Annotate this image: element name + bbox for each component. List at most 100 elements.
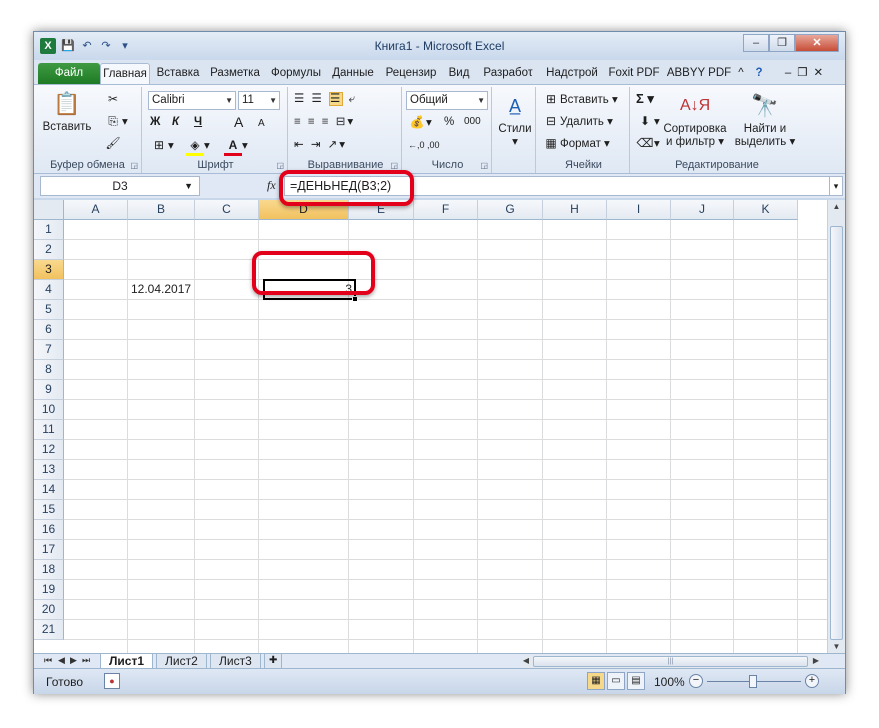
cell-b3[interactable]: 12.04.2017 [128, 280, 198, 300]
row-header-8[interactable]: 8 [34, 360, 64, 380]
row-header-15[interactable]: 15 [34, 500, 64, 520]
dialog-launcher-icon[interactable]: ◲ [390, 161, 398, 170]
vertical-align-icons[interactable]: ☰ ☰ ☰ ⤶ [294, 91, 357, 107]
borders-icon[interactable]: ⊞ ▾ [150, 137, 174, 154]
prev-sheet-icon[interactable]: ◀ [58, 655, 65, 666]
scroll-right-icon[interactable]: ▶ [811, 655, 821, 667]
row-header-16[interactable]: 16 [34, 520, 64, 540]
insert-sheet-icon[interactable]: ✚ [264, 654, 283, 669]
format-cells-button[interactable]: ▦ Формат ▾ [542, 135, 610, 152]
row-header-11[interactable]: 11 [34, 420, 64, 440]
delete-cells-button[interactable]: ⊟ Удалить ▾ [542, 113, 613, 130]
column-header-h[interactable]: H [543, 200, 607, 220]
close-button[interactable]: ✕ [795, 34, 839, 52]
tab-view[interactable]: Вид [444, 63, 474, 84]
clear-icon[interactable]: ⌫▾ [636, 135, 660, 152]
tab-review[interactable]: Рецензир [380, 63, 442, 84]
underline-button[interactable]: Ч [194, 114, 202, 130]
column-header-i[interactable]: I [607, 200, 671, 220]
tab-home[interactable]: Главная [100, 63, 150, 84]
sheet-tab-1[interactable]: Лист1 [100, 654, 154, 669]
row-header-2[interactable]: 2 [34, 240, 64, 260]
last-sheet-icon[interactable]: ⏭ [82, 655, 90, 666]
minimize-ribbon-icon[interactable]: ^ [734, 63, 748, 84]
restore-button[interactable]: ❐ [769, 34, 795, 52]
column-header-j[interactable]: J [671, 200, 734, 220]
row-header-13[interactable]: 13 [34, 460, 64, 480]
bold-button[interactable]: Ж [150, 114, 160, 130]
column-header-f[interactable]: F [414, 200, 478, 220]
select-all-button[interactable] [34, 200, 64, 220]
zoom-out-icon[interactable]: − [689, 674, 703, 688]
font-size-select[interactable]: 11 ▼ [238, 91, 280, 110]
dialog-launcher-icon[interactable]: ◲ [130, 161, 138, 170]
tab-developer[interactable]: Разрабоτ [476, 63, 540, 84]
scroll-down-icon[interactable]: ▼ [830, 641, 843, 653]
tab-data[interactable]: Данные [328, 63, 378, 84]
insert-cells-button[interactable]: ⊞ Вставить ▾ [542, 91, 618, 108]
row-header-14[interactable]: 14 [34, 480, 64, 500]
normal-view-icon[interactable]: ▦ [587, 672, 605, 690]
column-header-g[interactable]: G [478, 200, 543, 220]
horizontal-scroll-thumb[interactable]: ||| [533, 656, 808, 667]
styles-button[interactable]: A̲ Стили ▾ [496, 91, 534, 149]
paste-button[interactable]: 📋 Вставить [42, 89, 92, 134]
tab-foxit-pdf[interactable]: Foxit PDF [604, 63, 664, 84]
scroll-left-icon[interactable]: ◀ [521, 655, 531, 667]
vertical-scrollbar[interactable]: ▲ ▼ [827, 200, 845, 653]
page-layout-view-icon[interactable]: ▭ [607, 672, 625, 690]
row-header-6[interactable]: 6 [34, 320, 64, 340]
column-header-k[interactable]: K [734, 200, 798, 220]
zoom-slider[interactable]: − + [689, 674, 819, 690]
macro-record-icon[interactable]: ● [104, 673, 120, 689]
row-header-9[interactable]: 9 [34, 380, 64, 400]
zoom-level[interactable]: 100% [654, 675, 685, 689]
column-header-a[interactable]: A [64, 200, 128, 220]
worksheet-grid[interactable]: ABCDEFGHIJK 1 2 3 4 5 6 7 8 9 10 11 12 13 14 15 16 17 18 1… [34, 200, 827, 653]
sort-filter-button[interactable]: A↓Я Сортировка и фильтр ▾ [662, 91, 728, 149]
vertical-scroll-thumb[interactable] [830, 226, 843, 640]
tab-abbyy-pdf[interactable]: ABBYY PDF [666, 63, 732, 84]
font-color-icon[interactable]: A ▾ [224, 137, 248, 156]
first-sheet-icon[interactable]: ⏮ [44, 655, 52, 666]
minimize-button[interactable]: – [743, 34, 769, 52]
copy-icon[interactable]: ⎘ ▾ [104, 113, 128, 130]
row-header-7[interactable]: 7 [34, 340, 64, 360]
row-header-18[interactable]: 18 [34, 560, 64, 580]
row-header-17[interactable]: 17 [34, 540, 64, 560]
workbook-controls-icon[interactable]: –❐✕ [772, 63, 842, 84]
currency-icon[interactable]: 💰 ▾ [408, 114, 432, 131]
zoom-in-icon[interactable]: + [805, 674, 819, 688]
number-format-select[interactable]: Общий ▼ [406, 91, 488, 110]
tab-insert[interactable]: Вставка [152, 63, 204, 84]
shrink-font-button[interactable]: A [258, 116, 265, 132]
insert-function-icon[interactable]: fx [267, 178, 276, 193]
help-icon[interactable]: ? [750, 63, 768, 84]
column-header-c[interactable]: C [195, 200, 259, 220]
row-header-21[interactable]: 21 [34, 620, 64, 640]
expand-formula-bar-icon[interactable]: ▾ [829, 176, 843, 196]
fill-icon[interactable]: ⬇ ▾ [636, 113, 660, 130]
format-painter-icon[interactable]: 🖌 [104, 135, 122, 152]
dialog-launcher-icon[interactable]: ◲ [276, 161, 284, 170]
page-break-view-icon[interactable]: ▤ [627, 672, 645, 690]
sheet-tab-3[interactable]: Лист3 [210, 654, 261, 669]
next-sheet-icon[interactable]: ▶ [70, 655, 77, 666]
horizontal-align-icons[interactable]: ≡ ≡ ≡ ⊟▾ [294, 114, 355, 130]
row-header-4[interactable]: 4 [34, 280, 64, 300]
italic-button[interactable]: К [172, 114, 179, 130]
tab-page-layout[interactable]: Разметка [206, 63, 264, 84]
increase-decimal-icon[interactable]: ←,0 ,00 [408, 137, 440, 153]
tab-formulas[interactable]: Формулы [266, 63, 326, 84]
fill-color-icon[interactable]: ◈ ▾ [186, 137, 210, 156]
name-box[interactable]: D3 ▼ [40, 176, 200, 196]
row-header-20[interactable]: 20 [34, 600, 64, 620]
cut-icon[interactable]: ✂ [104, 91, 122, 108]
font-name-select[interactable]: Calibri ▼ [148, 91, 236, 110]
row-header-10[interactable]: 10 [34, 400, 64, 420]
thousands-button[interactable]: 000 [464, 114, 481, 130]
tab-file[interactable]: Файл [38, 63, 100, 84]
grow-font-button[interactable]: A [234, 114, 243, 130]
dialog-launcher-icon[interactable]: ◲ [480, 161, 488, 170]
tab-addins[interactable]: Надстрой [542, 63, 602, 84]
